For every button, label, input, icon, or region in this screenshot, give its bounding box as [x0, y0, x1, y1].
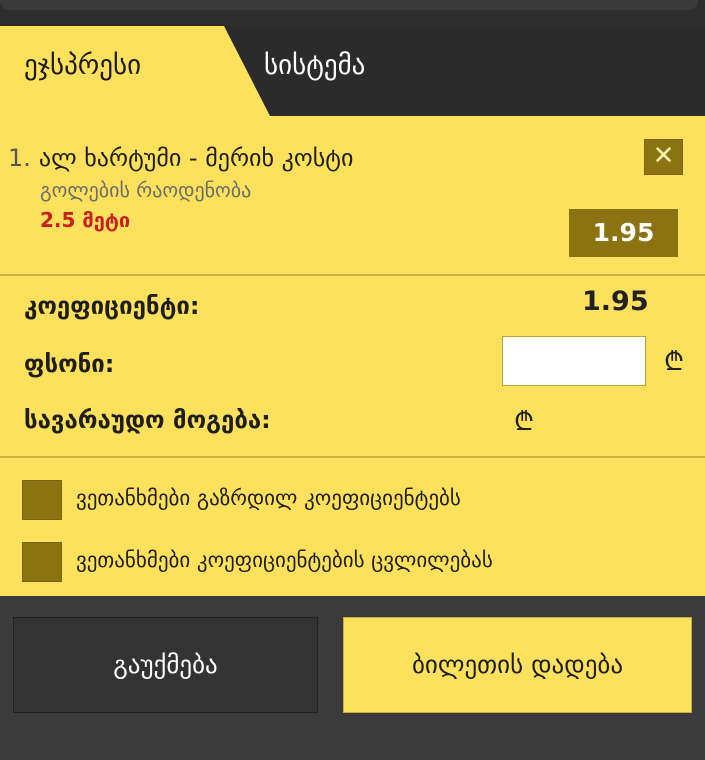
potential-win-label: სავარაუდო მოგება: — [24, 406, 271, 434]
top-handle — [0, 0, 698, 10]
footer-actions: გაუქმება ბილეთის დადება — [0, 596, 705, 760]
bet-number: 1. — [8, 144, 31, 172]
tab-system[interactable]: სისტემა — [264, 50, 365, 81]
stake-input[interactable] — [502, 336, 646, 386]
close-icon[interactable]: ✕ — [644, 139, 683, 175]
tab-express[interactable]: ეჯსპრესი — [24, 50, 141, 81]
checkbox-increased-odds-label: ვეთანხმები გაზრდილ კოეფიციენტებს — [76, 486, 461, 510]
coef-label: კოეფიციენტი: — [24, 292, 200, 320]
place-bet-button[interactable]: ბილეთის დადება — [343, 617, 692, 713]
betslip-panel: 1. ალ ხარტუმი - მერიხ კოსტი გოლების რაოდე… — [0, 116, 705, 596]
lari-icon: ₾ — [514, 407, 535, 437]
bet-event: 1. ალ ხარტუმი - მერიხ კოსტი — [8, 144, 353, 172]
betslip-app: ეჯსპრესი სისტემა 1. ალ ხარტუმი - მერიხ კო… — [0, 0, 705, 760]
betslip-tabs: ეჯსპრესი სისტემა — [0, 26, 705, 116]
cancel-button[interactable]: გაუქმება — [13, 617, 318, 713]
bet-event-title: ალ ხარტუმი - მერიხ კოსტი — [38, 144, 354, 172]
stake-label: ფსონი: — [24, 350, 115, 378]
top-bar — [0, 0, 705, 26]
checkbox-odds-change-label: ვეთანხმები კოეფიციენტების ცვლილებას — [76, 548, 493, 572]
lari-icon: ₾ — [664, 347, 685, 377]
checkbox-increased-odds[interactable] — [22, 480, 62, 520]
bet-odd: 1.95 — [569, 209, 678, 257]
coef-value: 1.95 — [582, 286, 649, 317]
checkbox-odds-change[interactable] — [22, 542, 62, 582]
divider — [0, 274, 705, 276]
divider — [0, 456, 705, 458]
bet-market: გოლების რაოდენობა — [40, 178, 252, 202]
bet-selection: 2.5 მეტი — [40, 208, 131, 232]
